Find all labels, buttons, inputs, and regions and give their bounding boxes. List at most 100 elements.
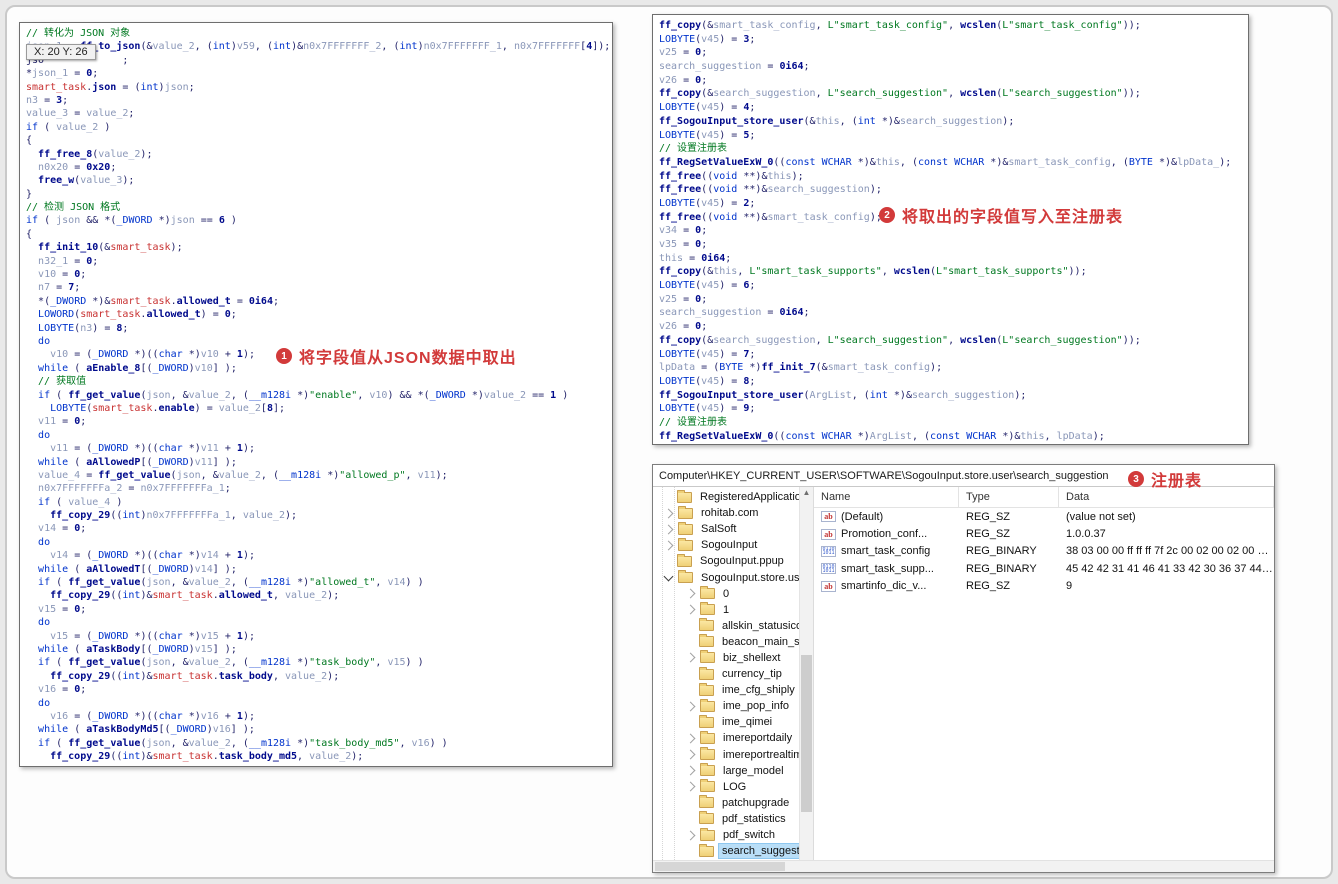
column-header-type[interactable]: Type	[959, 487, 1059, 507]
chevron-right-icon[interactable]	[685, 765, 696, 776]
tree-item-label[interactable]: imereportdaily	[720, 731, 795, 745]
tree-item-label[interactable]: SogouInput.ppup	[697, 554, 787, 568]
tree-item-label[interactable]: currency_tip	[719, 667, 785, 681]
tree-item-label[interactable]: ime_cfg_shiply	[719, 683, 798, 697]
folder-icon	[700, 602, 715, 616]
tree-item-SogouInput.ppup[interactable]: SogouInput.ppup	[653, 553, 813, 569]
tree-vertical-scrollbar[interactable]: ▲	[799, 487, 813, 860]
tree-item-currency_tip[interactable]: currency_tip	[653, 666, 813, 682]
tree-item-imereportdaily[interactable]: imereportdaily	[653, 730, 813, 746]
tree-item-pdf_switch[interactable]: pdf_switch	[653, 827, 813, 843]
code-line: *(_DWORD *)&smart_task.allowed_t = 0i64;	[38, 295, 280, 307]
folder-icon	[699, 843, 714, 857]
chevron-right-icon[interactable]	[685, 701, 696, 712]
folder-icon	[699, 811, 714, 825]
chevron-down-icon[interactable]	[663, 571, 674, 581]
coordinate-tooltip: X: 20 Y: 26	[26, 44, 96, 60]
tree-item-SalSoft[interactable]: SalSoft	[653, 521, 813, 537]
code-line: free_w(value_3);	[38, 175, 135, 187]
registry-editor-window: Computer\HKEY_CURRENT_USER\SOFTWARE\Sogo…	[652, 464, 1275, 873]
value-data: (value not set)	[1066, 510, 1136, 523]
chevron-right-icon[interactable]	[663, 540, 674, 551]
code-line: while ( aAllowedT[(_DWORD)v14] );	[38, 563, 237, 575]
tree-item-label[interactable]: rohitab.com	[698, 506, 761, 520]
tree-item-label[interactable]: pdf_statistics	[719, 812, 789, 826]
tree-item-ime_pop_info[interactable]: ime_pop_info	[653, 698, 813, 714]
chevron-right-icon[interactable]	[685, 733, 696, 744]
tree-item-search_suggestion[interactable]: search_suggestion	[653, 843, 813, 860]
chevron-right-icon[interactable]	[685, 604, 696, 615]
tree-item-imereportrealtime[interactable]: imereportrealtime	[653, 747, 813, 763]
tree-item-SogouInput.store.user[interactable]: SogouInput.store.user	[653, 569, 813, 585]
tree-item-large_model[interactable]: large_model	[653, 763, 813, 779]
registry-value-row[interactable]: 0110 1011 smart_task_supp... REG_BINARY 45 …	[814, 560, 1274, 577]
tree-item-label[interactable]: SalSoft	[698, 522, 739, 536]
registry-value-row[interactable]: 0110 1011 smart_task_config REG_BINARY 38 0…	[814, 543, 1274, 560]
tree-item-label[interactable]: ime_pop_info	[720, 699, 792, 713]
folder-icon	[699, 634, 714, 648]
tree-item-allskin_statusiconstatis[interactable]: allskin_statusiconstatis	[653, 618, 813, 634]
value-name[interactable]: ab (Default)	[814, 511, 959, 523]
folder-icon	[700, 586, 715, 600]
chevron-right-icon[interactable]	[685, 588, 696, 599]
chevron-right-icon[interactable]	[685, 830, 696, 840]
tree-item-label[interactable]: 0	[720, 587, 732, 601]
tree-item-rohitab.com[interactable]: rohitab.com	[653, 505, 813, 521]
scroll-up-icon[interactable]: ▲	[800, 487, 813, 499]
tree-item-RegisteredApplications[interactable]: RegisteredApplications	[653, 489, 813, 505]
chevron-right-icon[interactable]	[685, 653, 696, 663]
tree-item-patchupgrade[interactable]: patchupgrade	[653, 795, 813, 811]
registry-value-row[interactable]: ab (Default) REG_SZ (value not set)	[814, 508, 1274, 525]
code-line: v11 = 0;	[38, 416, 87, 428]
tree-item-label[interactable]: imereportrealtime	[720, 748, 812, 762]
tree-item-ime_cfg_shiply[interactable]: ime_cfg_shiply	[653, 682, 813, 698]
annotation-3-badge: 3	[1128, 471, 1144, 487]
tree-item-label[interactable]: pdf_switch	[720, 828, 778, 842]
value-name[interactable]: 0110 1011 smart_task_config	[814, 545, 959, 557]
chevron-right-icon[interactable]	[685, 781, 696, 792]
tree-item-pdf_statistics[interactable]: pdf_statistics	[653, 811, 813, 827]
code-line: ff_copy_29((int)&smart_task.task_body_md…	[50, 751, 364, 763]
tree-item-1[interactable]: 1	[653, 602, 813, 618]
code-line: }	[26, 188, 33, 200]
regedit-horizontal-scrollbar[interactable]	[653, 860, 1274, 872]
tree-item-biz_shellext[interactable]: biz_shellext	[653, 650, 813, 666]
tree-item-label[interactable]: SogouInput.store.user	[698, 571, 812, 585]
value-name[interactable]: 0110 1011 smart_task_supp...	[814, 563, 959, 575]
code-line: ff_copy_29((int)&smart_task.allowed_t, v…	[50, 590, 340, 602]
column-header-name[interactable]: Name	[814, 487, 959, 507]
tree-item-label[interactable]: SogouInput	[698, 538, 760, 552]
scrollbar-thumb[interactable]	[801, 654, 812, 812]
chevron-right-icon[interactable]	[685, 749, 696, 760]
tree-item-ime_qimei[interactable]: ime_qimei	[653, 714, 813, 730]
pseudocode-left: // 转化为 JSON 对象 json_1 = ff_to_json(&value…	[20, 23, 612, 763]
tree-item-label[interactable]: biz_shellext	[720, 651, 783, 665]
code-line: v15 = (_DWORD *)((char *)v15 + 1);	[50, 630, 255, 642]
tree-item-label[interactable]: 1	[720, 603, 732, 617]
registry-value-row[interactable]: ab smartinfo_dic_v... REG_SZ 9	[814, 578, 1274, 595]
folder-icon	[699, 666, 714, 680]
registry-value-row[interactable]: ab Promotion_conf... REG_SZ 1.0.0.37	[814, 525, 1274, 542]
tree-item-label[interactable]: LOG	[720, 780, 749, 794]
tree-item-label[interactable]: RegisteredApplications	[697, 490, 813, 504]
code-line: v14 = (_DWORD *)((char *)v14 + 1);	[50, 550, 255, 562]
code-line: LOBYTE(v45) = 3;	[659, 33, 756, 45]
tree-item-SogouInput[interactable]: SogouInput	[653, 537, 813, 553]
folder-icon	[678, 505, 693, 519]
tree-item-LOG[interactable]: LOG	[653, 779, 813, 795]
regedit-key-tree: RegisteredApplications rohitab.com SalSoft…	[653, 487, 814, 860]
tree-item-0[interactable]: 0	[653, 586, 813, 602]
scrollbar-thumb[interactable]	[655, 862, 785, 871]
code-line: search_suggestion = 0i64;	[659, 307, 810, 319]
chevron-right-icon[interactable]	[663, 524, 674, 535]
code-line: // 设置注册表	[659, 143, 728, 155]
value-name[interactable]: ab smartinfo_dic_v...	[814, 580, 959, 592]
value-name[interactable]: ab Promotion_conf...	[814, 528, 959, 540]
tree-item-label[interactable]: patchupgrade	[719, 796, 792, 810]
chevron-right-icon[interactable]	[663, 508, 674, 519]
tree-item-label[interactable]: ime_qimei	[719, 715, 775, 729]
tree-item-label[interactable]: large_model	[720, 764, 787, 778]
tree-item-beacon_main_switch[interactable]: beacon_main_switch	[653, 634, 813, 650]
